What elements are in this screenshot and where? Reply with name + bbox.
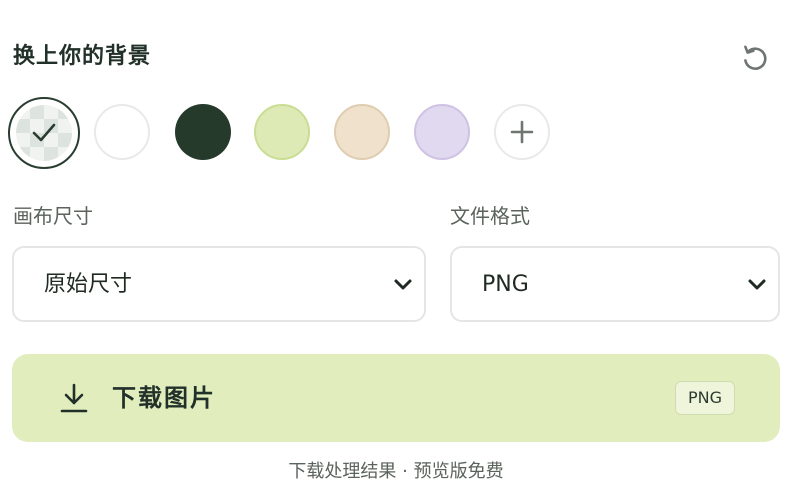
download-icon — [60, 383, 88, 413]
reset-button[interactable] — [737, 40, 773, 76]
swatch-beige[interactable] — [334, 104, 390, 160]
file-format-value: PNG — [482, 272, 529, 297]
swatch-dark-green[interactable] — [175, 104, 231, 160]
page-title: 换上你的背景 — [13, 44, 152, 69]
swatch-transparent[interactable] — [8, 97, 80, 169]
file-format-label: 文件格式 — [450, 204, 530, 228]
checkmark-icon — [32, 123, 56, 142]
plus-icon — [510, 120, 534, 144]
reset-icon — [744, 45, 767, 70]
download-label: 下载图片 — [112, 384, 216, 412]
footer-note: 下载处理结果 · 预览版免费 — [288, 461, 504, 482]
swatch-light-green[interactable] — [254, 104, 310, 160]
chevron-down-icon — [748, 279, 766, 290]
canvas-size-value: 原始尺寸 — [44, 272, 133, 297]
swatch-lavender[interactable] — [414, 104, 470, 160]
file-format-select[interactable]: PNG — [450, 246, 780, 322]
add-color-button[interactable] — [494, 104, 550, 160]
canvas-size-select[interactable]: 原始尺寸 — [12, 246, 426, 322]
canvas-size-label: 画布尺寸 — [13, 204, 93, 228]
download-button[interactable]: 下载图片 PNG — [12, 354, 780, 442]
format-badge: PNG — [675, 381, 735, 415]
chevron-down-icon — [394, 279, 412, 290]
swatch-white[interactable] — [94, 104, 150, 160]
